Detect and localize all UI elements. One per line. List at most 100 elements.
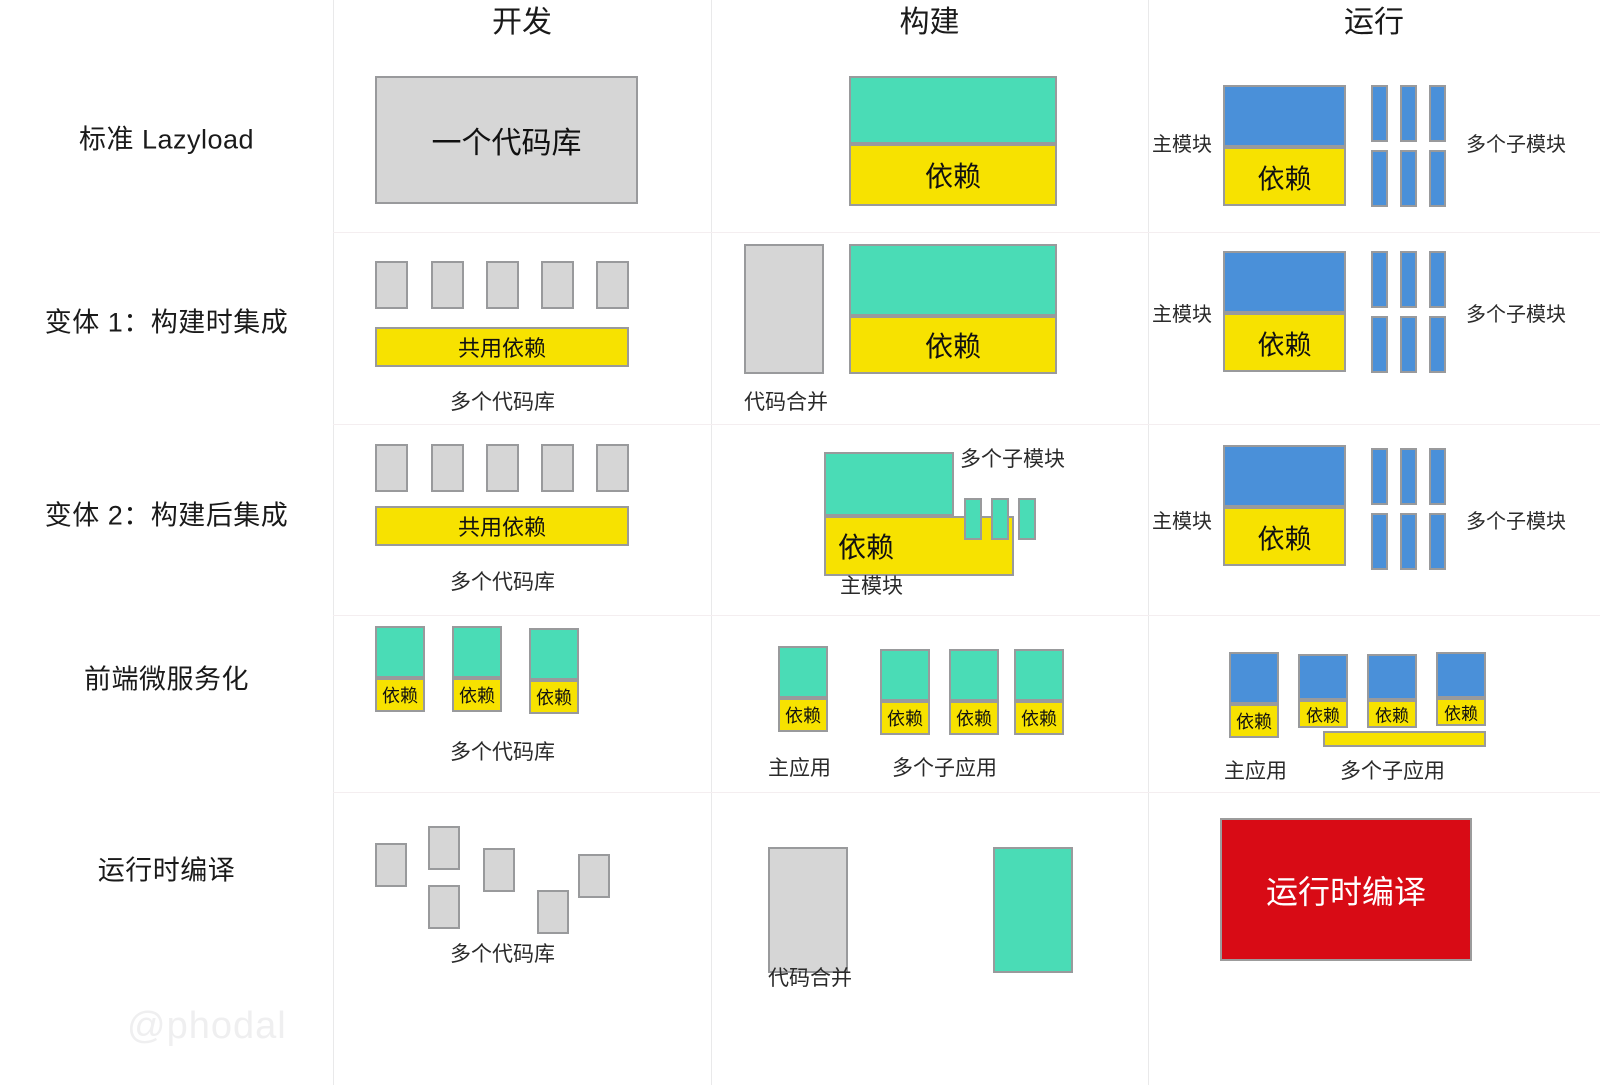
submodule-bar	[1429, 251, 1446, 308]
dependency-label: 依赖	[887, 709, 923, 729]
repo-box	[375, 261, 408, 309]
submodule-bar	[1400, 316, 1417, 373]
merged-code-box-r2	[744, 244, 824, 374]
many-repos-caption-r3: 多个代码库	[450, 571, 555, 594]
dependency-base-r3: 依赖	[824, 516, 1014, 576]
main-module-label-r2: 主模块	[1152, 304, 1212, 326]
column-header-dev: 开发	[492, 6, 552, 39]
app-green-r4	[529, 628, 579, 680]
app-dependency-r4: 依赖	[452, 678, 502, 712]
sub-app-blue-r4	[1367, 654, 1417, 700]
main-module-box-r1	[1223, 85, 1346, 147]
code-merge-caption-r5: 代码合并	[768, 967, 852, 990]
main-app-green-r4	[778, 646, 828, 698]
repo-box	[596, 444, 629, 492]
submodule-bar	[1400, 513, 1417, 570]
submodule-green-stub	[991, 498, 1009, 540]
dependency-label: 依赖	[382, 686, 418, 706]
sub-app-blue-r4	[1436, 652, 1486, 698]
main-module-label-r3: 主模块	[1152, 511, 1212, 533]
dependency-label: 依赖	[536, 688, 572, 708]
many-submodules-caption-r3: 多个子模块	[960, 448, 1065, 471]
shared-dependency-bar-r2: 共用依赖	[375, 327, 629, 367]
dependency-box-r2: 依赖	[849, 316, 1057, 374]
dependency-label: 依赖	[956, 709, 992, 729]
main-module-box-r3	[1223, 445, 1346, 507]
many-submodules-label-r2: 多个子模块	[1466, 304, 1566, 326]
submodule-bar	[1429, 150, 1446, 207]
repo-box	[541, 444, 574, 492]
many-submodules-label-r3: 多个子模块	[1466, 511, 1566, 533]
dependency-label: 依赖	[1444, 704, 1478, 724]
repo-box-scattered	[483, 848, 515, 892]
module-green-r2	[849, 244, 1057, 316]
repo-box-single: 一个代码库	[375, 76, 638, 204]
main-module-box-r2	[1223, 251, 1346, 313]
row-label-variant1: 变体 1：构建时集成	[44, 307, 289, 338]
dependency-label: 依赖	[459, 686, 495, 706]
column-divider-1	[333, 0, 334, 1085]
submodule-bar	[1400, 85, 1417, 142]
submodule-bar	[1371, 85, 1388, 142]
repo-box-scattered	[578, 854, 610, 898]
submodule-bar	[1371, 150, 1388, 207]
repo-box	[431, 261, 464, 309]
repo-box-label: 一个代码库	[431, 127, 582, 160]
submodule-bar	[1429, 316, 1446, 373]
sub-app-blue-r4	[1298, 654, 1348, 700]
repo-box	[596, 261, 629, 309]
main-module-green-r3	[824, 452, 954, 516]
repo-box	[486, 261, 519, 309]
app-green-r4	[452, 626, 502, 678]
dependency-label: 依赖	[924, 161, 981, 192]
repo-box	[431, 444, 464, 492]
main-app-dependency-run-r4: 依赖	[1229, 704, 1279, 738]
submodule-green-stub	[964, 498, 982, 540]
module-green-r1	[849, 76, 1057, 144]
submodule-bar	[1371, 316, 1388, 373]
merged-code-box-r5	[768, 847, 848, 973]
row-label-variant2: 变体 2：构建后集成	[44, 500, 289, 531]
row-divider-1	[333, 232, 1600, 233]
many-subapps-caption-build-r4: 多个子应用	[892, 757, 997, 780]
sub-app-dependency-r4: 依赖	[880, 701, 930, 735]
column-header-run: 运行	[1344, 6, 1404, 39]
submodule-bar	[1371, 513, 1388, 570]
runtime-compile-box: 运行时编译	[1220, 818, 1472, 961]
shared-dependency-bar-r3: 共用依赖	[375, 506, 629, 546]
repo-box-scattered	[375, 843, 407, 887]
many-subapps-caption-run-r4: 多个子应用	[1340, 760, 1445, 783]
submodule-bar	[1400, 150, 1417, 207]
main-module-label-r1: 主模块	[1152, 134, 1212, 156]
dependency-label: 依赖	[1375, 706, 1409, 726]
repo-box-scattered	[537, 890, 569, 934]
many-repos-caption-r2: 多个代码库	[450, 391, 555, 414]
sub-app-dependency-run-r4: 依赖	[1298, 700, 1348, 728]
diagram-canvas: 开发 构建 运行 标准 Lazyload 变体 1：构建时集成 变体 2：构建后…	[0, 0, 1600, 1085]
shared-dependency-label: 共用依赖	[457, 515, 546, 540]
sub-app-green-r4	[1014, 649, 1064, 701]
main-app-blue-r4	[1229, 652, 1279, 704]
app-green-r4	[375, 626, 425, 678]
compiled-bundle-box-r5	[993, 847, 1073, 973]
dependency-label: 依赖	[785, 706, 821, 726]
row-divider-2	[333, 424, 1600, 425]
submodule-green-stub	[1018, 498, 1036, 540]
main-module-dependency-r3: 依赖	[1223, 507, 1346, 566]
app-dependency-r4: 依赖	[529, 680, 579, 714]
column-divider-3	[1148, 0, 1149, 1085]
sub-app-dependency-r4: 依赖	[949, 701, 999, 735]
dependency-label: 依赖	[1306, 706, 1340, 726]
shared-dependency-label: 共用依赖	[457, 336, 546, 361]
repo-box-scattered	[428, 826, 460, 870]
sub-app-green-r4	[949, 649, 999, 701]
row-label-runtime-compile: 运行时编译	[97, 855, 236, 886]
submodule-bar	[1371, 448, 1388, 505]
dependency-label: 依赖	[1257, 164, 1312, 194]
code-merge-caption-r2: 代码合并	[744, 391, 828, 414]
submodule-bar	[1429, 85, 1446, 142]
main-module-caption-r3: 主模块	[840, 575, 903, 598]
many-repos-caption-r5: 多个代码库	[450, 943, 555, 966]
main-app-caption-run-r4: 主应用	[1224, 760, 1287, 783]
many-submodules-label-r1: 多个子模块	[1466, 134, 1566, 156]
